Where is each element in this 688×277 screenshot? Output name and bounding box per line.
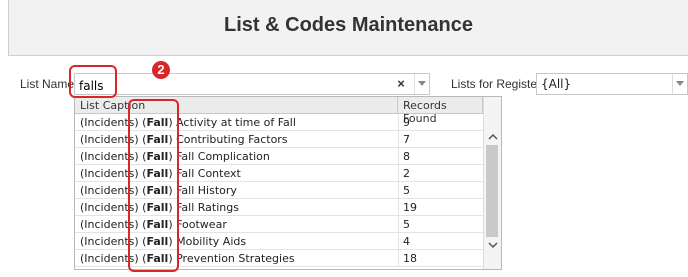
caption-rest: ) Fall Complication bbox=[168, 150, 270, 163]
register-dropdown-button[interactable] bbox=[672, 74, 687, 94]
clear-icon[interactable]: × bbox=[395, 77, 407, 91]
column-separator bbox=[398, 182, 399, 199]
step-badge: 2 bbox=[152, 61, 170, 79]
caption-rest: ) Fall Context bbox=[168, 167, 241, 180]
list-item-count: 2 bbox=[403, 167, 410, 180]
column-separator bbox=[398, 216, 399, 233]
list-item-count: 7 bbox=[403, 133, 410, 146]
chevron-down-icon[interactable] bbox=[487, 239, 499, 251]
callout-match-highlight bbox=[128, 99, 179, 272]
chevron-up-icon[interactable] bbox=[487, 131, 499, 143]
triangle-down-icon bbox=[418, 80, 426, 86]
list-name-dropdown-button[interactable] bbox=[414, 74, 429, 94]
page-header: List & Codes Maintenance bbox=[8, 0, 688, 56]
caption-rest: ) Prevention Strategies bbox=[168, 252, 295, 265]
caption-rest: ) Mobility Aids bbox=[168, 235, 247, 248]
list-item-count: 18 bbox=[403, 252, 417, 265]
caption-rest: ) Contributing Factors bbox=[168, 133, 288, 146]
callout-input-highlight bbox=[69, 65, 117, 98]
column-separator bbox=[398, 131, 399, 148]
caption-rest: ) Activity at time of Fall bbox=[168, 116, 296, 129]
list-item-count: 4 bbox=[403, 235, 410, 248]
list-item-count: 9 bbox=[403, 116, 410, 129]
register-select[interactable]: {All} bbox=[536, 73, 688, 95]
column-separator bbox=[398, 233, 399, 250]
page-title: List & Codes Maintenance bbox=[224, 14, 473, 36]
scrollbar-thumb[interactable] bbox=[486, 145, 498, 237]
column-separator bbox=[398, 250, 399, 267]
dropdown-scrollbar[interactable] bbox=[483, 97, 501, 269]
column-header-caption[interactable]: List Caption bbox=[75, 97, 398, 114]
column-separator bbox=[398, 165, 399, 182]
list-item-count: 5 bbox=[403, 218, 410, 231]
column-separator bbox=[398, 114, 399, 131]
list-name-input[interactable] bbox=[74, 73, 430, 95]
list-item-count: 5 bbox=[403, 184, 410, 197]
list-item-count: 8 bbox=[403, 150, 410, 163]
column-separator bbox=[398, 148, 399, 165]
register-label: Lists for Register: bbox=[451, 77, 545, 91]
triangle-down-icon bbox=[676, 80, 684, 86]
column-separator bbox=[398, 199, 399, 216]
column-header-records[interactable]: Records Found bbox=[398, 97, 483, 125]
register-select-value: {All} bbox=[541, 77, 572, 91]
list-item-count: 19 bbox=[403, 201, 417, 214]
